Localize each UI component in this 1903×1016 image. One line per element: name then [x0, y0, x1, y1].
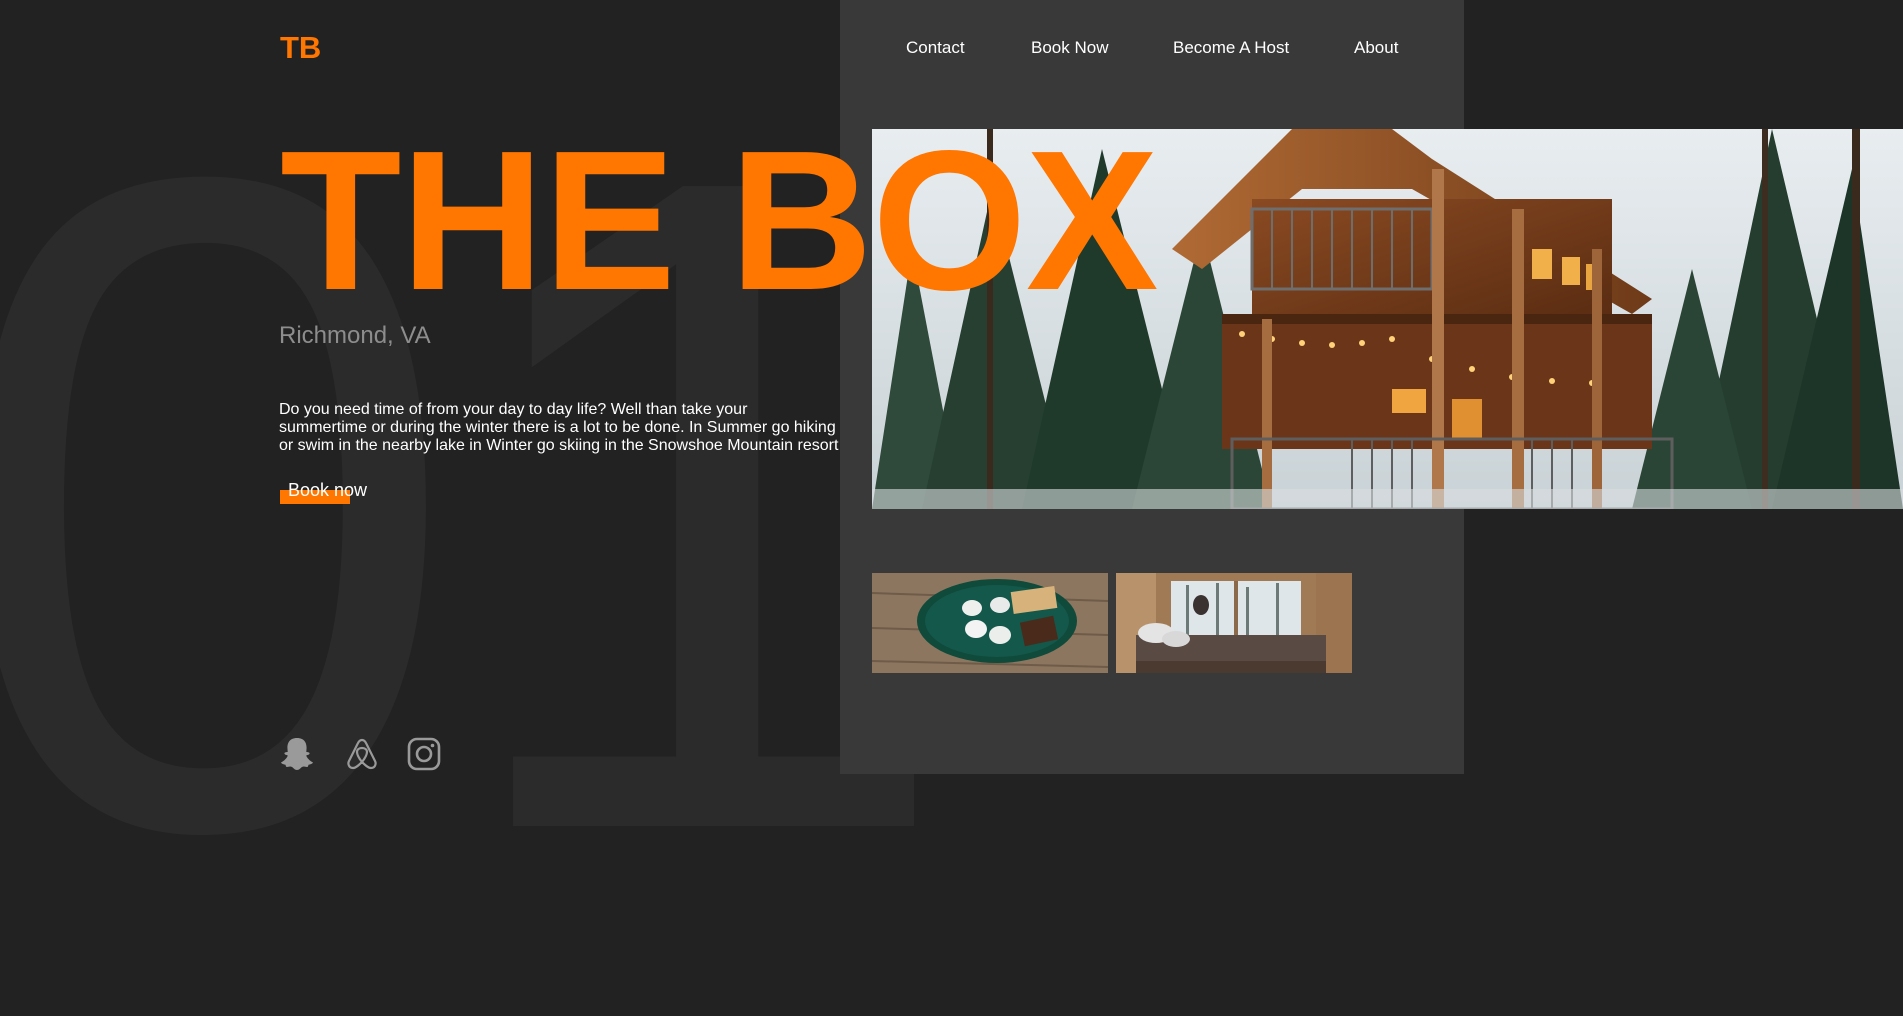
airbnb-icon[interactable] — [344, 736, 380, 772]
nav-book-now[interactable]: Book Now — [1031, 38, 1108, 58]
hero-title: THE BOX — [280, 110, 1159, 332]
cabin-bedroom-window-photo[interactable] — [1116, 573, 1352, 673]
nav-contact[interactable]: Contact — [906, 38, 965, 58]
instagram-icon[interactable] — [406, 736, 442, 772]
page: 01 TB Contact Book Now Become A Host Abo… — [0, 0, 1903, 1016]
smores-plate-photo[interactable] — [872, 573, 1108, 673]
nav-become-a-host[interactable]: Become A Host — [1173, 38, 1289, 58]
book-now-label: Book now — [288, 480, 368, 500]
book-now-button[interactable]: Book now — [280, 480, 367, 506]
hero-description: Do you need time of from your day to day… — [279, 401, 839, 454]
snapchat-icon[interactable] — [279, 736, 315, 772]
nav-about[interactable]: About — [1354, 38, 1398, 58]
main-nav: Contact Book Now Become A Host About — [0, 38, 1903, 62]
